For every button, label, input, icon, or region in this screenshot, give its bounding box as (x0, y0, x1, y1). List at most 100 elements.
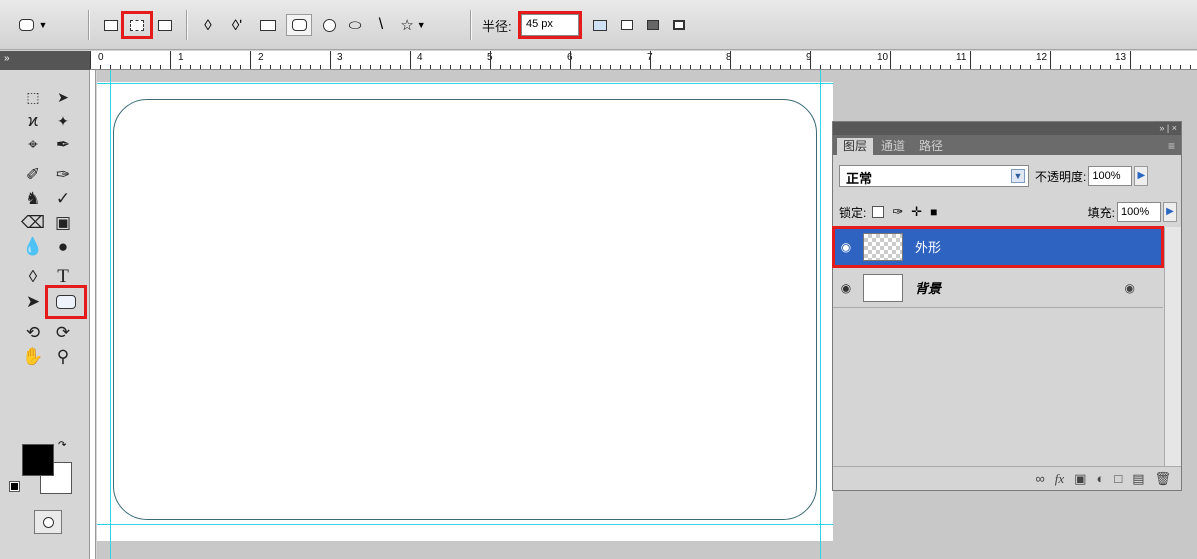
guide-line (97, 524, 833, 525)
type-tool[interactable]: T (48, 266, 78, 288)
ruler-number: 10 (877, 52, 889, 63)
new-shape-icon (593, 19, 607, 31)
default-colors-icon[interactable] (9, 481, 20, 492)
lock-transparent-icon[interactable] (872, 206, 885, 218)
ruler-tick (1160, 65, 1161, 69)
opacity-input[interactable]: 100% (1088, 166, 1133, 186)
rounded-rectangle-tool[interactable] (45, 285, 87, 319)
intersect-shape-areas-button[interactable] (668, 14, 690, 36)
zoom-tool[interactable]: ⚲ (48, 346, 78, 368)
line-shape-button[interactable]: \ (370, 14, 392, 36)
new-layer-icon[interactable]: ▤ (1132, 471, 1144, 487)
magic-wand-tool[interactable]: ✦ (48, 110, 78, 132)
tool-preset-picker[interactable]: ▼ (14, 14, 52, 36)
swap-colors-icon[interactable]: ↷ (58, 440, 66, 451)
adjustment-layer-icon[interactable]: ◐ (1096, 471, 1104, 486)
3d-orbit-tool[interactable]: ⟳ (48, 322, 78, 344)
ruler-number: 13 (1115, 52, 1127, 63)
hand-tool[interactable]: ✋ (18, 346, 48, 368)
dropdown-arrow-icon: ▼ (38, 20, 48, 30)
ruler-tick (480, 65, 481, 69)
lock-all-icon[interactable]: ■ (930, 205, 937, 219)
link-layers-icon[interactable]: ∞ (1036, 471, 1045, 486)
lock-image-icon[interactable]: ✑ (892, 204, 903, 220)
layer-list-scrollbar[interactable] (1164, 227, 1181, 467)
ruler-tick (510, 65, 511, 69)
fill-pixels-mode-button[interactable] (154, 14, 176, 36)
freeform-pen-button[interactable]: ◊ʹ (226, 14, 248, 36)
document-canvas[interactable] (97, 82, 833, 541)
gradient-tool[interactable]: ▣ (48, 212, 78, 234)
fill-input[interactable]: 100% (1117, 202, 1161, 222)
panel-menu-icon[interactable]: ≡ (1168, 138, 1181, 155)
polygon-shape-button[interactable]: ⬭ (344, 14, 366, 36)
rounded-rectangle-shape-button[interactable] (286, 14, 312, 36)
ruler-tick (830, 65, 831, 69)
ruler-tick (530, 65, 531, 69)
custom-shape-button[interactable]: ☆ ▼ (396, 14, 430, 36)
pen-tool[interactable]: ◊ (18, 266, 48, 288)
eye-icon[interactable]: ◉ (833, 240, 859, 254)
create-new-shape-layer-button[interactable] (588, 14, 612, 36)
ruler-tick (210, 65, 211, 69)
ruler-tick (670, 65, 671, 69)
crop-tool[interactable]: ⌖ (18, 134, 48, 156)
blend-mode-select[interactable]: 正常 ▼ (839, 165, 1029, 187)
ruler-tick (1140, 65, 1141, 69)
rectangle-shape-button[interactable] (256, 14, 280, 36)
opacity-slider-button[interactable]: ▶ (1134, 166, 1149, 186)
lock-icon: ◉ (1124, 280, 1135, 295)
marquee-tool[interactable]: ⬚ (18, 86, 48, 108)
tab-layers[interactable]: 图层 (837, 138, 874, 155)
radius-input[interactable]: 45 px (518, 11, 582, 39)
3d-rotate-tool[interactable]: ⟲ (18, 322, 48, 344)
clone-stamp-tool[interactable]: ♞ (18, 188, 48, 210)
ruler-tick (980, 65, 981, 69)
brush-tool[interactable]: ✑ (48, 164, 78, 186)
ruler-tick (380, 65, 381, 69)
healing-brush-tool[interactable]: ✐ (18, 164, 48, 186)
ruler-tick (400, 65, 401, 69)
trash-icon[interactable]: 🗑 (1154, 471, 1171, 487)
shape-layers-mode-button[interactable] (100, 14, 122, 36)
fill-slider-button[interactable]: ▶ (1163, 202, 1177, 222)
eraser-tool[interactable]: ⌫ (18, 212, 48, 234)
eyedropper-tool[interactable]: ✒ (48, 134, 78, 156)
panel-tabs: 图层 通道 路径 ≡ (833, 135, 1181, 155)
tab-channels[interactable]: 通道 (875, 138, 911, 155)
lock-position-icon[interactable]: ✛ (911, 204, 922, 220)
ellipse-shape-button[interactable] (318, 14, 340, 36)
ruler-tick (710, 65, 711, 69)
layer-list: ◉ 外形 ◉ 背景 ◉ (832, 226, 1164, 467)
new-group-icon[interactable]: □ (1114, 471, 1122, 486)
foreground-color-swatch[interactable] (22, 444, 54, 476)
move-tool[interactable]: ➤ (48, 86, 78, 108)
ruler-tick (1030, 65, 1031, 69)
ruler-tick (760, 65, 761, 69)
history-brush-tool[interactable]: ✓ (48, 188, 78, 210)
layer-style-icon[interactable]: fx (1055, 471, 1064, 487)
ruler-tick (330, 51, 331, 69)
tab-paths[interactable]: 路径 (913, 138, 949, 155)
layer-mask-icon[interactable]: ▣ (1074, 471, 1086, 487)
custom-shape-icon: ☆ (400, 17, 414, 34)
quick-mask-button[interactable] (34, 510, 62, 534)
subtract-from-shape-area-button[interactable] (642, 14, 664, 36)
eye-icon[interactable]: ◉ (833, 281, 859, 295)
ruler-tick (970, 51, 971, 69)
layer-row-shape[interactable]: ◉ 外形 (832, 226, 1164, 268)
ruler-tick (1070, 65, 1071, 69)
lasso-tool[interactable]: ϰ (18, 110, 48, 132)
rounded-rectangle-shape[interactable] (113, 99, 817, 520)
pen-tool-button[interactable]: ◊ (198, 14, 218, 36)
pen-icon: ◊ (204, 16, 212, 34)
blur-tool[interactable]: 💧 (18, 236, 48, 258)
paths-mode-button[interactable] (121, 11, 153, 39)
panel-controls[interactable]: » | × (833, 122, 1181, 135)
path-selection-tool[interactable]: ➤ (18, 291, 48, 313)
layer-row-background[interactable]: ◉ 背景 ◉ (833, 268, 1163, 308)
dodge-tool[interactable]: ● (48, 236, 78, 258)
ruler-tick (150, 65, 151, 69)
ruler-tick (270, 65, 271, 69)
add-to-shape-area-button[interactable] (616, 14, 638, 36)
